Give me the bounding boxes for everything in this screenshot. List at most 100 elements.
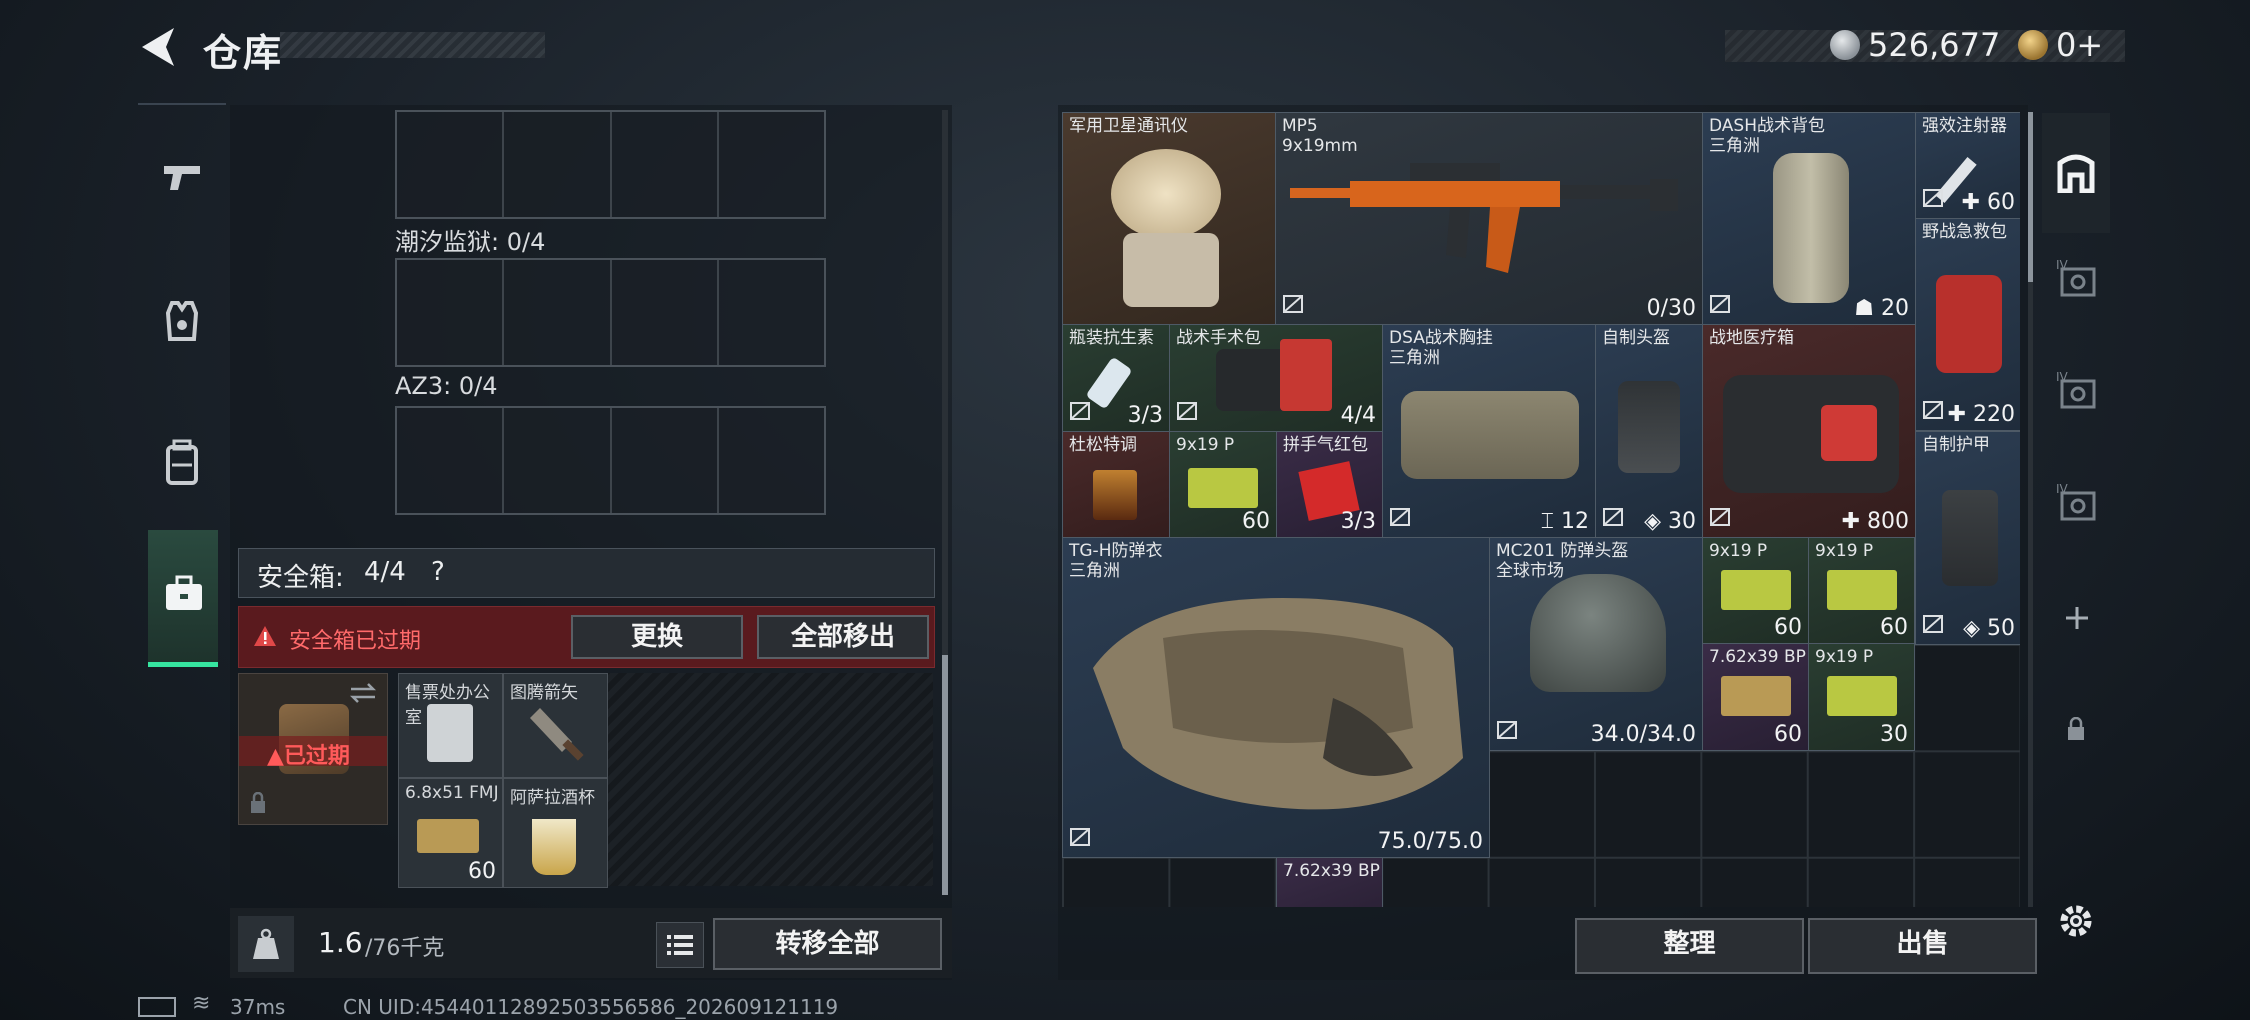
item-dash-backpack[interactable]: DASH战术背包 三角洲 ☗ 20: [1702, 112, 1916, 325]
scroll-thumb[interactable]: [2028, 112, 2033, 282]
back-arrow-icon[interactable]: [138, 24, 178, 70]
item-homemade-helmet[interactable]: 自制头盔 ◈ 30: [1595, 324, 1703, 538]
storage-expansion-icon[interactable]: IV: [2054, 367, 2100, 413]
swap-icon[interactable]: [349, 682, 377, 704]
item-ammo-9x19[interactable]: 9x19 P 60: [1702, 537, 1809, 644]
safebox-expired-bar: 安全箱已过期 更换 全部移出: [238, 606, 935, 668]
safebox-case[interactable]: ▲已过期: [238, 673, 388, 825]
arrowhead-image: [530, 708, 584, 761]
gold-coin-icon: [2018, 30, 2048, 60]
item-tgh-vest[interactable]: TG-H防弹衣 三角洲 75.0/75.0: [1062, 537, 1490, 858]
item-mp5[interactable]: MP5 9x19mm 0/30: [1275, 112, 1703, 325]
right-rail: IV IV IV: [2042, 105, 2110, 937]
safebox-label: 安全箱:: [257, 563, 344, 593]
tab-divider: [138, 103, 226, 105]
no-insure-icon: [1069, 827, 1091, 851]
no-insure-icon: [1176, 401, 1198, 425]
tab-weapons[interactable]: [138, 112, 226, 244]
scroll-thumb[interactable]: [942, 655, 948, 895]
list-icon: [667, 935, 693, 955]
rail-stash-tab[interactable]: [2042, 113, 2110, 233]
stash-scrollbar[interactable]: [2028, 112, 2033, 907]
item-dsa-chest-rig[interactable]: DSA战术胸挂 三角洲 ⌶ 12: [1382, 324, 1596, 538]
sell-button[interactable]: 出售: [1808, 918, 2037, 974]
mp5-image: [1290, 163, 1678, 273]
pill-bottle-image: [1085, 356, 1133, 410]
item-ammo-7.62x39[interactable]: 7.62x39 BP: [1276, 857, 1383, 907]
no-insure-icon: [1922, 400, 1944, 424]
tab-backpack[interactable]: [138, 395, 226, 527]
stash-icon: [2057, 154, 2095, 193]
ammo-box-image: [1188, 468, 1258, 508]
uid-text: CN UID:45440112892503556586_202609121119: [343, 995, 839, 1019]
pistol-icon: [164, 166, 200, 190]
left-scrollbar[interactable]: [942, 110, 948, 895]
item-gin-cocktail[interactable]: 杜松特调: [1062, 431, 1170, 538]
backpack-icon: [166, 439, 198, 485]
item-satellite-comm[interactable]: 军用卫星通讯仪: [1062, 112, 1276, 325]
ammo-box-image: [1827, 570, 1897, 610]
help-icon[interactable]: ?: [431, 557, 445, 587]
safebox-item-ticket-office[interactable]: 售票处办公室: [398, 673, 503, 778]
no-insure-icon: [1602, 507, 1624, 531]
item-strong-injector[interactable]: 强效注射器 ✚ 60: [1915, 112, 2020, 219]
slot-label-tidal-prison: 潮汐监狱: 0/4: [395, 228, 546, 256]
ping-text: 37ms: [230, 995, 286, 1019]
weight-icon: [253, 928, 279, 959]
item-antibiotics[interactable]: 瓶装抗生素 3/3: [1062, 324, 1170, 432]
battery-icon: [138, 997, 176, 1017]
sort-button[interactable]: 整理: [1575, 918, 1804, 974]
armor-image: [1942, 490, 1998, 586]
item-mc201-helmet[interactable]: MC201 防弹头盔 全球市场 34.0/34.0: [1489, 537, 1703, 751]
ammo-box-image: [1827, 676, 1897, 716]
lock-icon: [251, 792, 265, 813]
item-ammo-9x19[interactable]: 9x19 P 60: [1169, 431, 1277, 538]
storage-expansion-icon[interactable]: IV: [2054, 255, 2100, 301]
no-insure-icon: [1282, 294, 1304, 318]
backpack-image: [1773, 153, 1849, 303]
storage-expansion-icon[interactable]: IV: [2054, 479, 2100, 525]
slot-row-az3[interactable]: [395, 406, 826, 515]
add-icon[interactable]: [2064, 605, 2090, 631]
item-field-medical-box[interactable]: 战地医疗箱 ✚ 800: [1702, 324, 1916, 538]
item-ammo-9x19[interactable]: 9x19 P 60: [1808, 537, 1915, 644]
no-insure-icon: [1389, 507, 1411, 531]
safebox-item-asala-cup[interactable]: 阿萨拉酒杯: [503, 778, 608, 888]
wifi-icon: ≋: [192, 991, 211, 1016]
item-field-first-aid[interactable]: 野战急救包 ✚ 220: [1915, 218, 2020, 431]
gold-amount[interactable]: 0+: [2056, 26, 2103, 64]
silver-coin-icon: [1830, 30, 1860, 60]
no-insure-icon: [1496, 720, 1518, 744]
silver-amount: 526,677: [1868, 26, 2001, 64]
item-surgical-kit[interactable]: 战术手术包 4/4: [1169, 324, 1383, 432]
item-ammo-9x19[interactable]: 9x19 P 30: [1808, 643, 1915, 751]
safebox-item-totem-arrow[interactable]: 图腾箭矢: [503, 673, 608, 778]
remove-all-button[interactable]: 全部移出: [757, 615, 929, 659]
safebox-item-6.8x51[interactable]: 6.8x51 FMJ 60: [398, 778, 503, 888]
vest-icon: [165, 301, 199, 341]
goblet-image: [532, 819, 576, 875]
replace-button[interactable]: 更换: [571, 615, 743, 659]
first-aid-image: [1936, 275, 2002, 373]
title-decoration: [280, 32, 545, 58]
item-ammo-7.62x39[interactable]: 7.62x39 BP 60: [1702, 643, 1809, 751]
slot-row-1[interactable]: [395, 110, 826, 219]
lock-icon: [2068, 717, 2084, 740]
tab-equipment[interactable]: [138, 255, 226, 387]
ammo-box-image: [417, 819, 479, 853]
tab-safebox[interactable]: [148, 530, 218, 667]
satellite-dish-image: [1111, 149, 1221, 239]
ballistic-helmet-image: [1530, 574, 1666, 692]
settings-gear-icon[interactable]: [2056, 901, 2096, 941]
armor-vest-image: [1093, 598, 1463, 810]
cocktail-image: [1093, 470, 1137, 520]
list-view-button[interactable]: [656, 922, 704, 968]
item-homemade-armor[interactable]: 自制护甲 ◈ 50: [1915, 431, 2020, 645]
safebox-expired-text: 安全箱已过期: [289, 629, 422, 654]
keycard-image: [427, 704, 473, 762]
transfer-all-button[interactable]: 转移全部: [713, 918, 942, 970]
item-red-envelope[interactable]: 拼手气红包 3/3: [1276, 431, 1383, 538]
warning-icon: [254, 626, 276, 646]
ammo-box-image: [1721, 570, 1791, 610]
slot-row-tidal-prison[interactable]: [395, 258, 826, 367]
